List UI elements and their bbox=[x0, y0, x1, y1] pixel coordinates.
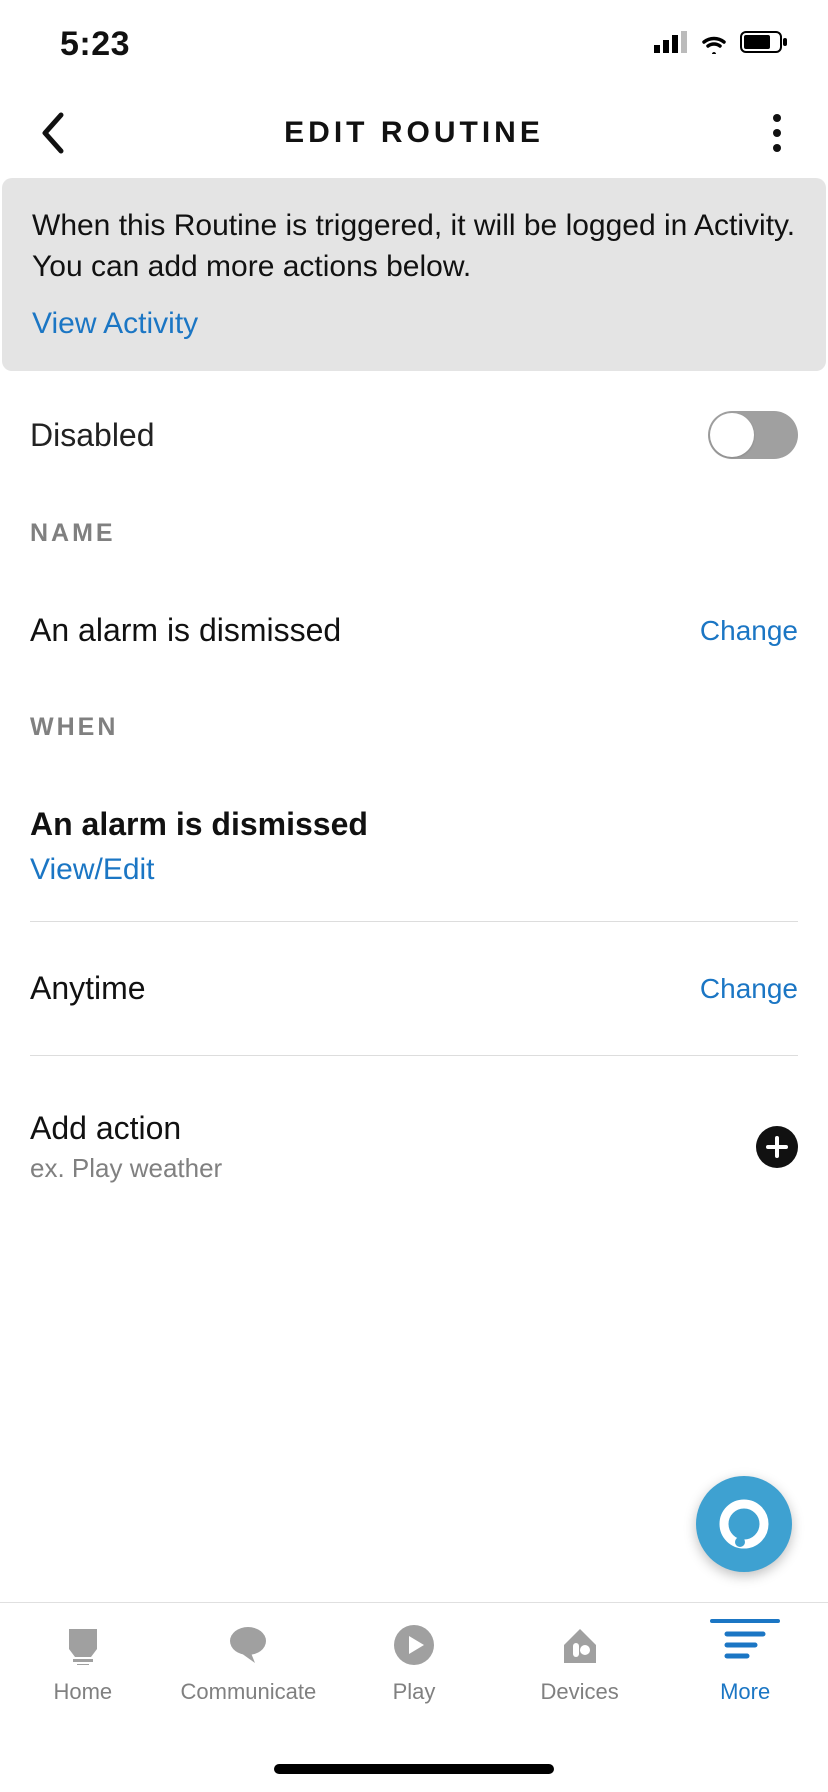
status-time: 5:23 bbox=[60, 25, 130, 64]
section-label-name: NAME bbox=[30, 519, 798, 548]
tab-devices[interactable]: Devices bbox=[510, 1621, 650, 1705]
devices-icon bbox=[556, 1621, 604, 1669]
home-icon bbox=[59, 1621, 107, 1669]
enabled-label: Disabled bbox=[30, 417, 155, 454]
divider bbox=[30, 1055, 798, 1056]
active-tab-indicator bbox=[710, 1619, 780, 1623]
tab-label: More bbox=[720, 1679, 770, 1705]
routine-name-row: An alarm is dismissed Change bbox=[30, 588, 798, 673]
more-vertical-icon bbox=[772, 113, 782, 153]
view-edit-trigger-link[interactable]: View/Edit bbox=[30, 853, 155, 887]
divider bbox=[30, 921, 798, 922]
add-action-title: Add action bbox=[30, 1110, 222, 1147]
routine-name-value: An alarm is dismissed bbox=[30, 612, 341, 649]
toggle-knob bbox=[710, 413, 754, 457]
more-options-button[interactable] bbox=[762, 108, 792, 158]
battery-icon bbox=[740, 30, 788, 59]
tab-label: Communicate bbox=[181, 1679, 317, 1705]
nav-header: EDIT ROUTINE bbox=[0, 88, 828, 178]
enabled-toggle[interactable] bbox=[708, 411, 798, 459]
section-label-when: WHEN bbox=[30, 713, 798, 742]
tab-label: Play bbox=[393, 1679, 436, 1705]
alexa-icon bbox=[716, 1496, 772, 1552]
plus-icon bbox=[766, 1136, 788, 1158]
time-condition-row: Anytime Change bbox=[30, 946, 798, 1031]
time-condition-value: Anytime bbox=[30, 970, 146, 1007]
status-icons bbox=[654, 30, 788, 59]
add-action-row[interactable]: Add action ex. Play weather bbox=[30, 1080, 798, 1184]
more-icon bbox=[721, 1621, 769, 1669]
view-activity-link[interactable]: View Activity bbox=[32, 307, 198, 341]
cellular-icon bbox=[654, 31, 688, 58]
tab-label: Home bbox=[53, 1679, 112, 1705]
banner-text: When this Routine is triggered, it will … bbox=[32, 206, 796, 287]
home-indicator bbox=[274, 1764, 554, 1774]
communicate-icon bbox=[224, 1621, 272, 1669]
chevron-left-icon bbox=[39, 111, 67, 155]
back-button[interactable] bbox=[28, 108, 78, 158]
play-icon bbox=[390, 1621, 438, 1669]
change-name-link[interactable]: Change bbox=[700, 615, 798, 647]
enabled-toggle-row: Disabled bbox=[30, 371, 798, 495]
trigger-value: An alarm is dismissed bbox=[30, 806, 798, 843]
wifi-icon bbox=[698, 30, 730, 59]
tab-play[interactable]: Play bbox=[344, 1621, 484, 1705]
page-title: EDIT ROUTINE bbox=[284, 116, 544, 150]
tab-communicate[interactable]: Communicate bbox=[178, 1621, 318, 1705]
tab-home[interactable]: Home bbox=[13, 1621, 153, 1705]
tab-more[interactable]: More bbox=[675, 1621, 815, 1705]
tab-label: Devices bbox=[540, 1679, 618, 1705]
status-bar: 5:23 bbox=[0, 0, 828, 88]
add-action-example: ex. Play weather bbox=[30, 1153, 222, 1184]
info-banner: When this Routine is triggered, it will … bbox=[2, 178, 826, 371]
add-action-button[interactable] bbox=[756, 1126, 798, 1168]
change-time-link[interactable]: Change bbox=[700, 973, 798, 1005]
alexa-fab[interactable] bbox=[696, 1476, 792, 1572]
trigger-row: An alarm is dismissed View/Edit bbox=[30, 782, 798, 897]
